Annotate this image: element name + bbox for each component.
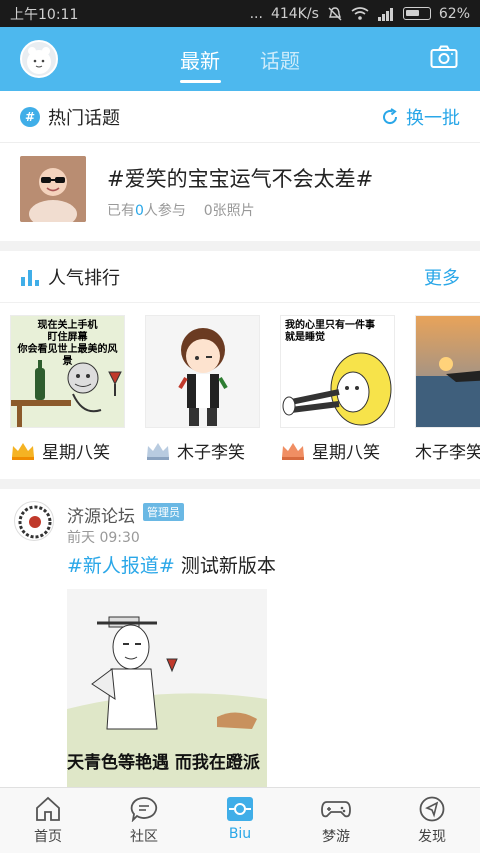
avatar-icon (27, 47, 51, 74)
rank-name: 木子李笑 (415, 443, 480, 463)
topic-meta: 已有0人参与 0张照片 (107, 203, 255, 219)
app-header: 最新 话题 (0, 27, 480, 91)
mute-icon (328, 6, 342, 20)
compass-icon (419, 796, 445, 822)
rank-image: 现在关上手机 盯住屏幕 你会看见世上最美的风景 (10, 315, 125, 428)
bar-chart-icon (21, 269, 39, 286)
rank-list: 现在关上手机 盯住屏幕 你会看见世上最美的风景 星期八笑 木子李笑 我的心里只有… (0, 303, 480, 475)
hashtag-icon: # (20, 106, 40, 127)
post-body: 测试新版本 (174, 555, 276, 577)
signal-icon (377, 7, 393, 21)
participants-count: 0 (135, 203, 144, 219)
camera-icon[interactable] (430, 45, 458, 69)
rank-image (415, 315, 480, 428)
home-icon (36, 796, 60, 821)
popularity-title: 人气排行 (48, 267, 120, 289)
avatar[interactable] (20, 40, 58, 78)
rank-name: 星期八笑 (312, 443, 380, 463)
post-image[interactable]: 天青色等艳遇 而我在蹬派 (67, 589, 267, 787)
bottom-nav: 首页 社区 Biu 梦游 发现 (0, 787, 480, 853)
rank-name: 星期八笑 (42, 443, 110, 463)
nav-community[interactable]: 社区 (96, 788, 192, 853)
tab-latest[interactable]: 最新 (180, 45, 220, 74)
biu-icon (227, 797, 253, 821)
status-time: 上午10:11 (10, 6, 79, 23)
crown-gold-icon (12, 442, 34, 460)
chat-icon (130, 797, 158, 822)
refresh-icon (383, 107, 398, 124)
post-time: 前天 09:30 (67, 530, 140, 546)
battery-icon (402, 7, 431, 20)
rank-image (145, 315, 260, 428)
status-bar: 上午10:11 ... 414K/s 62% (0, 0, 480, 27)
wifi-icon (351, 6, 369, 20)
tab-underline (180, 80, 221, 83)
nav-home[interactable]: 首页 (0, 788, 96, 853)
refresh-button[interactable]: 换一批 (380, 104, 460, 130)
rank-item[interactable]: 木子李笑 (145, 315, 260, 463)
meme-caption: 我的心里只有一件事 就是睡觉 (285, 320, 375, 343)
meme-caption: 天青色等艳遇 而我在蹬派 (67, 753, 260, 773)
status-dots: ... (249, 5, 263, 22)
refresh-label: 换一批 (406, 107, 460, 129)
feed-post[interactable]: 济源论坛 管理员 前天 09:30 #新人报道# 测试新版本 天青色等艳遇 而我… (0, 489, 480, 787)
crown-bronze-icon (282, 442, 304, 460)
topic-title: #爱笑的宝宝运气不会太差# (107, 167, 374, 191)
photo-count: 0张照片 (203, 203, 255, 219)
topic-item[interactable]: #爱笑的宝宝运气不会太差# 已有0人参与 0张照片 (0, 143, 480, 246)
more-link[interactable]: 更多 (424, 264, 460, 290)
admin-badge: 管理员 (143, 503, 184, 521)
gamepad-icon (321, 801, 351, 818)
tab-topics[interactable]: 话题 (260, 45, 300, 74)
network-speed: 414K/s (270, 5, 319, 22)
post-avatar[interactable] (14, 501, 54, 541)
hot-topics-header: # 热门话题 换一批 (0, 91, 480, 143)
nav-biu[interactable]: Biu (192, 788, 288, 853)
nav-dream[interactable]: 梦游 (288, 788, 384, 853)
battery-percent: 62% (438, 5, 470, 22)
hot-topics-section: # 热门话题 换一批 #爱笑的宝宝运气不会太差# 已有0人参与 0张照片 (0, 91, 480, 241)
rank-item[interactable]: 我的心里只有一件事 就是睡觉 星期八笑 (280, 315, 395, 463)
post-hashtag[interactable]: #新人报道# (67, 555, 175, 577)
popularity-header: 人气排行 更多 (0, 251, 480, 303)
hot-topics-title: 热门话题 (48, 107, 120, 129)
crown-silver-icon (147, 442, 169, 460)
nav-discover[interactable]: 发现 (384, 788, 480, 853)
topic-thumbnail (20, 156, 86, 222)
rank-name: 木子李笑 (177, 443, 245, 463)
post-username[interactable]: 济源论坛 (67, 502, 135, 527)
rank-item[interactable]: 木子李笑 (415, 315, 480, 463)
popularity-section: 人气排行 更多 现在关上手机 盯住屏幕 你会看见世上最美的风景 星期八笑 木子李… (0, 251, 480, 479)
rank-image: 我的心里只有一件事 就是睡觉 (280, 315, 395, 428)
rank-item[interactable]: 现在关上手机 盯住屏幕 你会看见世上最美的风景 星期八笑 (10, 315, 125, 463)
post-text: #新人报道# 测试新版本 (67, 551, 276, 578)
